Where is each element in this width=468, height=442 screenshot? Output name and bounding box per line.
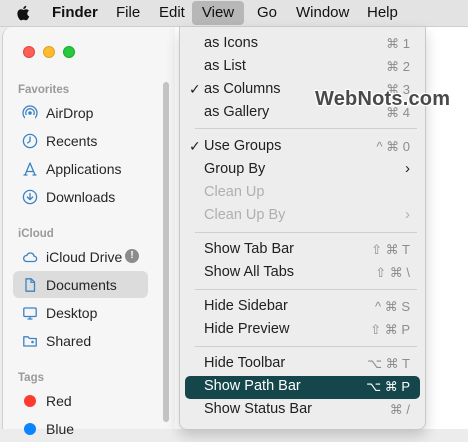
menu-file[interactable]: File bbox=[116, 0, 140, 26]
menu-item-shortcut: ⇧ ⌘ P bbox=[370, 322, 410, 337]
menu-item-show-all-tabs[interactable]: Show All Tabs ⇧ ⌘ \ bbox=[185, 262, 420, 285]
zoom-button[interactable] bbox=[63, 46, 75, 58]
sidebar-item-documents[interactable]: Documents bbox=[13, 271, 148, 298]
menu-item-as-icons[interactable]: as Icons ⌘ 1 bbox=[185, 33, 420, 56]
applications-icon bbox=[23, 161, 37, 176]
menu-item-show-tab-bar[interactable]: Show Tab Bar ⇧ ⌘ T bbox=[185, 239, 420, 262]
menu-item-label: as List bbox=[204, 58, 246, 74]
sidebar-item-desktop[interactable]: Desktop bbox=[13, 299, 148, 326]
menu-separator bbox=[195, 128, 417, 129]
desktop-icon bbox=[23, 306, 37, 320]
menu-item-label: as Icons bbox=[204, 35, 258, 51]
red-tag-icon bbox=[24, 394, 36, 407]
minimize-button[interactable] bbox=[43, 46, 55, 58]
menu-item-shortcut: ^ ⌘ S bbox=[375, 299, 410, 314]
airdrop-icon bbox=[22, 104, 38, 121]
download-icon bbox=[22, 189, 38, 204]
menu-item-shortcut: ⇧ ⌘ \ bbox=[375, 265, 410, 280]
sidebar-item-airdrop[interactable]: AirDrop bbox=[13, 99, 148, 126]
menu-help[interactable]: Help bbox=[367, 0, 398, 26]
menu-item-label: Show All Tabs bbox=[204, 264, 295, 280]
close-button[interactable] bbox=[23, 46, 35, 58]
menu-go[interactable]: Go bbox=[257, 0, 277, 26]
menu-item-group-by[interactable]: Group By › bbox=[185, 159, 420, 182]
menu-separator bbox=[195, 289, 417, 290]
watermark: WebNots.com bbox=[315, 88, 451, 110]
sidebar-item-label: Documents bbox=[46, 276, 117, 293]
menu-window[interactable]: Window bbox=[296, 0, 349, 26]
menu-separator bbox=[195, 346, 417, 347]
menu-item-shortcut: ⌥ ⌘ T bbox=[367, 356, 410, 371]
menu-item-shortcut: ⇧ ⌘ T bbox=[371, 242, 410, 257]
sidebar-item-label: AirDrop bbox=[46, 104, 94, 121]
menu-bar: Finder File Edit View Go Window Help bbox=[0, 0, 468, 27]
sidebar-item-downloads[interactable]: Downloads bbox=[13, 183, 148, 210]
menu-item-label: Show Path Bar bbox=[204, 378, 301, 394]
apple-logo-icon[interactable] bbox=[15, 4, 33, 22]
checkmark-icon: ✓ bbox=[189, 81, 201, 97]
sidebar-item-recents[interactable]: Recents bbox=[13, 127, 148, 154]
sidebar-item-label: Red bbox=[46, 392, 72, 409]
menu-item-label: Clean Up By bbox=[204, 207, 286, 223]
menu-item-label: as Gallery bbox=[204, 104, 270, 120]
menu-item-clean-up[interactable]: Clean Up bbox=[185, 182, 420, 205]
sidebar-item-shared[interactable]: Shared bbox=[13, 327, 148, 354]
menu-item-hide-sidebar[interactable]: Hide Sidebar ^ ⌘ S bbox=[185, 296, 420, 319]
icloud-header: iCloud bbox=[18, 228, 54, 240]
menu-item-label: as Columns bbox=[204, 81, 281, 97]
clock-icon bbox=[22, 133, 38, 148]
chevron-right-icon: › bbox=[405, 206, 410, 223]
menu-item-shortcut: ⌘ 2 bbox=[386, 59, 410, 74]
menu-item-hide-toolbar[interactable]: Hide Toolbar ⌥ ⌘ T bbox=[185, 353, 420, 376]
menu-item-shortcut: ⌘ 1 bbox=[386, 36, 410, 51]
menu-item-show-status-bar[interactable]: Show Status Bar ⌘ / bbox=[185, 399, 420, 422]
menu-item-label: Clean Up bbox=[204, 184, 265, 200]
menu-edit[interactable]: Edit bbox=[159, 0, 185, 26]
sidebar-item-label: Applications bbox=[46, 160, 122, 177]
sidebar-item-label: Desktop bbox=[46, 304, 98, 321]
chevron-right-icon: › bbox=[405, 160, 410, 177]
cloud-icon bbox=[23, 251, 38, 262]
checkmark-icon: ✓ bbox=[189, 138, 201, 154]
menu-separator bbox=[195, 232, 417, 233]
favorites-header: Favorites bbox=[18, 84, 70, 96]
menu-item-label: Show Status Bar bbox=[204, 401, 312, 417]
menu-item-show-path-bar[interactable]: Show Path Bar ⌥ ⌘ P bbox=[185, 376, 420, 399]
sidebar-item-label: Downloads bbox=[46, 188, 116, 205]
sidebar-item-label: iCloud Drive bbox=[46, 248, 123, 265]
menu-view[interactable]: View bbox=[192, 1, 244, 25]
menu-item-label: Group By bbox=[204, 161, 266, 177]
menu-item-label: Hide Preview bbox=[204, 321, 290, 337]
menu-item-hide-preview[interactable]: Hide Preview ⇧ ⌘ P bbox=[185, 319, 420, 342]
sidebar-item-label: Recents bbox=[46, 132, 98, 149]
sidebar-scrollbar[interactable] bbox=[163, 82, 169, 422]
menu-item-label: Use Groups bbox=[204, 138, 282, 154]
menu-item-shortcut: ⌥ ⌘ P bbox=[366, 379, 410, 394]
menu-item-clean-up-by[interactable]: Clean Up By › bbox=[185, 205, 420, 228]
sync-status-icon[interactable]: ! bbox=[125, 249, 139, 263]
sidebar-item-label: Shared bbox=[46, 332, 92, 349]
sidebar-item-tag-red[interactable]: Red bbox=[13, 387, 148, 414]
menu-item-label: Show Tab Bar bbox=[204, 241, 295, 257]
document-icon bbox=[25, 277, 36, 292]
menu-item-shortcut: ^ ⌘ 0 bbox=[376, 139, 410, 154]
menu-item-as-list[interactable]: as List ⌘ 2 bbox=[185, 56, 420, 79]
tags-header: Tags bbox=[18, 372, 44, 384]
menu-item-use-groups[interactable]: ✓ Use Groups ^ ⌘ 0 bbox=[185, 136, 420, 159]
menu-item-label: Hide Toolbar bbox=[204, 355, 286, 371]
menu-item-label: Hide Sidebar bbox=[204, 298, 288, 314]
shared-folder-icon bbox=[23, 335, 37, 347]
sidebar-item-applications[interactable]: Applications bbox=[13, 155, 148, 182]
menu-item-shortcut: ⌘ / bbox=[389, 402, 410, 417]
menu-finder[interactable]: Finder bbox=[52, 0, 98, 26]
